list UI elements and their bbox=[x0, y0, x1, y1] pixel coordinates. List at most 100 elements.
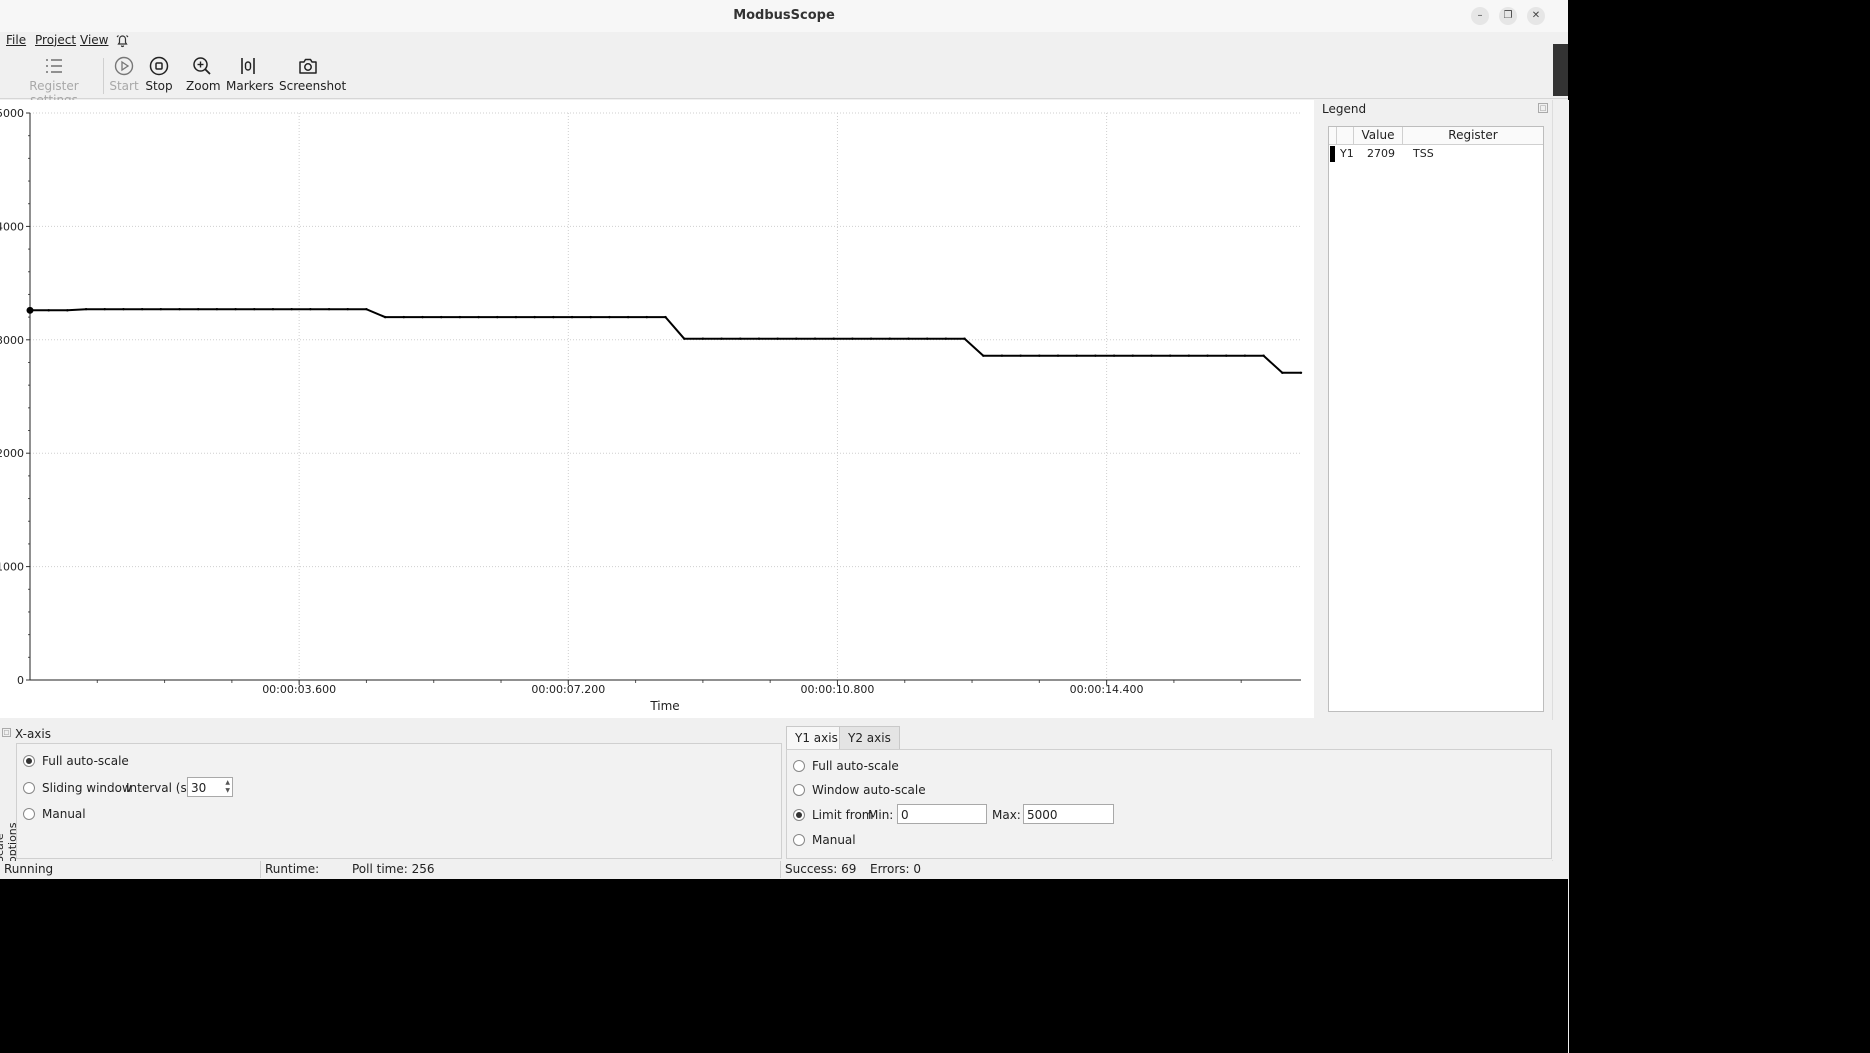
series-point bbox=[103, 307, 106, 311]
series-point bbox=[664, 315, 667, 319]
desktop-background bbox=[0, 879, 1568, 1053]
bell-icon[interactable] bbox=[115, 33, 130, 48]
x-sliding-window-label: Sliding window bbox=[42, 781, 132, 795]
radio-dot bbox=[793, 809, 805, 821]
zoom-button[interactable]: Zoom bbox=[186, 55, 221, 93]
radio-dot bbox=[793, 834, 805, 846]
y-full-auto-radio[interactable]: Full auto-scale bbox=[793, 759, 899, 773]
series-point bbox=[1038, 354, 1041, 357]
spin-arrows-icon[interactable]: ▲ ▼ bbox=[225, 779, 230, 795]
xaxis-group: Full auto-scale Sliding window Interval … bbox=[16, 743, 782, 859]
series-point bbox=[1206, 354, 1209, 357]
screen-edge bbox=[1568, 0, 1870, 1053]
toolbar: Register settings Start Stop Zoom bbox=[0, 50, 1568, 107]
legend-axis-header bbox=[1337, 127, 1354, 145]
series-point bbox=[365, 307, 368, 311]
x-manual-radio[interactable]: Manual bbox=[23, 807, 86, 821]
minimize-icon[interactable]: – bbox=[1471, 7, 1489, 25]
series-point bbox=[1131, 354, 1134, 357]
series-point bbox=[402, 315, 406, 319]
markers-button[interactable]: Markers bbox=[226, 55, 274, 93]
legend-axis: Y1 bbox=[1340, 147, 1354, 160]
series-point bbox=[159, 307, 163, 311]
series-color-swatch bbox=[1330, 146, 1335, 162]
legend-register: TSS bbox=[1413, 147, 1434, 160]
menu-project[interactable]: Project bbox=[35, 33, 76, 47]
x-axis-title: Time bbox=[649, 699, 679, 713]
series-point bbox=[477, 315, 480, 319]
series-point bbox=[907, 337, 910, 340]
series-point bbox=[1000, 354, 1004, 357]
series-point bbox=[925, 337, 929, 340]
screenshot-button[interactable]: Screenshot bbox=[279, 55, 346, 93]
x-sliding-window-radio[interactable]: Sliding window bbox=[23, 781, 132, 795]
series-point bbox=[514, 315, 518, 319]
series-point bbox=[1019, 354, 1022, 357]
zoom-icon bbox=[193, 57, 211, 75]
series-point bbox=[234, 307, 237, 311]
min-value: 0 bbox=[901, 808, 909, 822]
series-point bbox=[963, 337, 966, 340]
tab-y1-axis[interactable]: Y1 axis bbox=[786, 726, 847, 750]
legend-value-header[interactable]: Value bbox=[1354, 127, 1403, 145]
series-point bbox=[1075, 354, 1078, 357]
interval-spinbox[interactable]: 30 ▲ ▼ bbox=[187, 777, 233, 797]
series-point bbox=[197, 307, 200, 311]
series-point bbox=[496, 315, 499, 319]
series-point bbox=[383, 315, 387, 319]
x-tick-label: 00:00:07.200 bbox=[531, 683, 605, 696]
stop-button[interactable]: Stop bbox=[144, 55, 174, 93]
series-point bbox=[682, 337, 686, 340]
min-input[interactable]: 0 bbox=[897, 804, 987, 824]
legend-table[interactable]: Value Register Y1 2709 TSS bbox=[1328, 126, 1544, 712]
series-point bbox=[215, 307, 219, 311]
y-limit-from-label: Limit from bbox=[812, 808, 874, 822]
xaxis-title: X-axis bbox=[15, 727, 51, 741]
series-point bbox=[1150, 354, 1153, 357]
series-layer bbox=[26, 306, 1303, 374]
list-icon bbox=[46, 59, 62, 73]
series-point bbox=[832, 337, 835, 340]
radio-dot bbox=[793, 784, 805, 796]
series-point bbox=[84, 307, 88, 311]
x-full-auto-radio[interactable]: Full auto-scale bbox=[23, 754, 129, 768]
start-label: Start bbox=[109, 79, 139, 93]
max-label: Max: bbox=[992, 808, 1021, 822]
y-window-auto-radio[interactable]: Window auto-scale bbox=[793, 783, 926, 797]
y-tick-label: 4000 bbox=[0, 220, 24, 233]
dock-float-icon[interactable]: □ bbox=[2, 728, 11, 737]
series-point bbox=[122, 307, 125, 311]
close-icon[interactable]: ✕ bbox=[1527, 7, 1545, 25]
y-limit-from-radio[interactable]: Limit from bbox=[793, 808, 874, 822]
restore-icon[interactable]: ❐ bbox=[1499, 7, 1517, 25]
start-button[interactable]: Start bbox=[109, 55, 139, 93]
line-chart[interactable]: 0 1000 2000 3000 4000 5000 00:00:03.600 00:00:0… bbox=[0, 100, 1314, 718]
y-manual-radio[interactable]: Manual bbox=[793, 833, 856, 847]
status-poll-time: Poll time: 256 bbox=[352, 862, 435, 876]
legend-color-header bbox=[1329, 127, 1337, 145]
series-point bbox=[626, 315, 630, 319]
tab-y2-axis[interactable]: Y2 axis bbox=[839, 726, 900, 749]
series-point bbox=[533, 315, 536, 319]
radio-dot bbox=[793, 760, 805, 772]
series-point bbox=[1225, 354, 1228, 357]
radio-dot bbox=[23, 808, 35, 820]
min-label: Min: bbox=[868, 808, 894, 822]
dock-float-icon[interactable]: □ bbox=[1538, 103, 1548, 113]
radio-dot bbox=[23, 782, 35, 794]
series-point bbox=[1243, 354, 1247, 357]
series-point bbox=[346, 307, 349, 311]
series-point bbox=[776, 337, 779, 340]
menu-file[interactable]: File bbox=[6, 33, 26, 47]
max-input[interactable]: 5000 bbox=[1023, 804, 1114, 824]
series-point bbox=[327, 307, 331, 311]
legend-register-header[interactable]: Register bbox=[1403, 127, 1543, 145]
legend-title: Legend bbox=[1322, 102, 1367, 116]
plot-area[interactable]: 0 1000 2000 3000 4000 5000 00:00:03.600 00:00:0… bbox=[0, 100, 1314, 718]
y-tick-label: 2000 bbox=[0, 447, 24, 460]
menu-view[interactable]: View bbox=[80, 33, 108, 47]
series-point bbox=[944, 337, 948, 340]
markers-label: Markers bbox=[226, 79, 274, 93]
series-line-y1 bbox=[30, 308, 1301, 374]
zoom-label: Zoom bbox=[186, 79, 221, 93]
